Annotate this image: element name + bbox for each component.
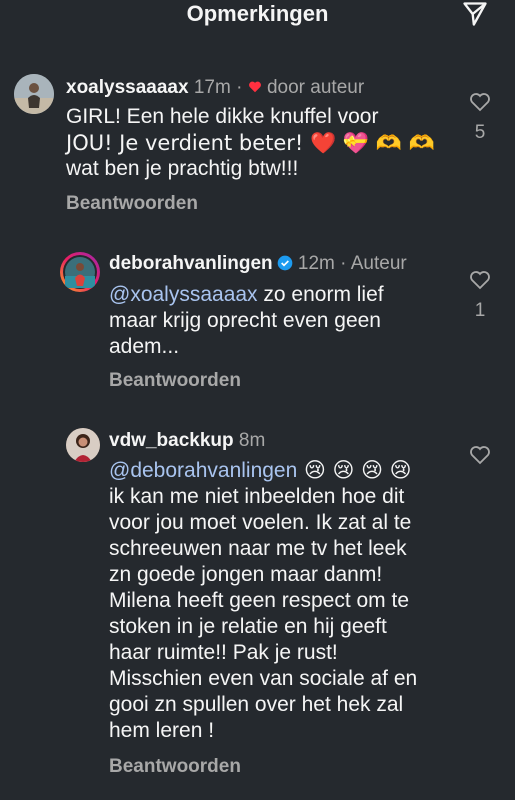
like-count: 5: [474, 122, 486, 143]
comment-line: gooi zn spullen over het hek zal: [109, 693, 404, 716]
comment-line: wat ben je prachtig btw!!!: [66, 157, 299, 180]
comment-time: 8m: [238, 430, 266, 451]
comment-text: GIRL! Een hele dikke knuffel voor JOU! J…: [66, 104, 446, 182]
heart-outline-icon[interactable]: [468, 90, 492, 114]
paper-plane-icon[interactable]: [461, 0, 489, 28]
comment-line: haar ruimte!! Pak je rust!: [109, 641, 338, 664]
comment-line: schreeuwen naar me tv het leek: [109, 537, 407, 560]
comment-text: @xoalyssaaaax zo enorm lief maar krijg o…: [109, 282, 449, 360]
comment-line: @deborahvanlingen 😢 😢 😢 😢: [109, 458, 412, 482]
author-tag: · Auteur: [340, 253, 407, 274]
comment-time: 17m: [193, 77, 231, 98]
reply-button[interactable]: Beantwoorden: [66, 193, 198, 215]
reply-button[interactable]: Beantwoorden: [109, 370, 241, 392]
avatar[interactable]: [66, 428, 100, 462]
avatar[interactable]: [14, 74, 54, 114]
avatar[interactable]: [60, 252, 100, 292]
comment-line: ik kan me niet inbeelden hoe dit: [109, 485, 405, 508]
heart-icon: [248, 81, 261, 93]
mention-link[interactable]: @deborahvanlingen: [109, 459, 297, 482]
comment-text: @deborahvanlingen 😢 😢 😢 😢 ik kan me niet…: [109, 457, 459, 744]
like-count: 1: [474, 300, 486, 321]
author-liked-tag: door auteur: [266, 77, 365, 98]
comment-meta: xoalyssaaaax 17m · door auteur: [66, 76, 364, 100]
comment-line: zn goede jongen maar danm!: [109, 563, 383, 586]
comment-line: Misschien even van sociale af en: [109, 667, 418, 690]
comment-meta: vdw_backkup 8m: [109, 429, 265, 453]
comment-line: hem leren !: [109, 719, 215, 742]
page-title: Opmerkingen: [186, 1, 329, 26]
username[interactable]: deborahvanlingen: [109, 253, 273, 274]
comment-line: GIRL! Een hele dikke knuffel voor: [66, 105, 379, 128]
heart-outline-icon[interactable]: [468, 268, 492, 292]
comment-line: maar krijg oprecht even geen: [109, 309, 381, 332]
username[interactable]: xoalyssaaaax: [66, 77, 189, 98]
comment-line: JOU! Je verdient beter! ❤️ 💝 🫶 🫶: [66, 131, 435, 155]
reply-button[interactable]: Beantwoorden: [109, 756, 241, 778]
comment-line: adem...: [109, 335, 180, 358]
comment-line: stoken in je relatie en hij geeft: [109, 615, 387, 638]
comment-line: voor jou moet voelen. Ik zat al te: [109, 511, 412, 534]
mention-link[interactable]: @xoalyssaaaax: [109, 283, 258, 306]
comment-line: Milena heeft geen respect om te: [109, 589, 410, 612]
username[interactable]: vdw_backkup: [109, 430, 234, 451]
comment-time: 12m: [297, 253, 335, 274]
comment-line: @xoalyssaaaax zo enorm lief: [109, 283, 384, 306]
header: Opmerkingen: [0, 0, 515, 32]
verified-badge-icon: [277, 255, 292, 271]
separator-dot: ·: [236, 77, 243, 98]
comment-meta: deborahvanlingen 12m · Auteur: [109, 252, 407, 276]
heart-outline-icon[interactable]: [468, 443, 492, 467]
